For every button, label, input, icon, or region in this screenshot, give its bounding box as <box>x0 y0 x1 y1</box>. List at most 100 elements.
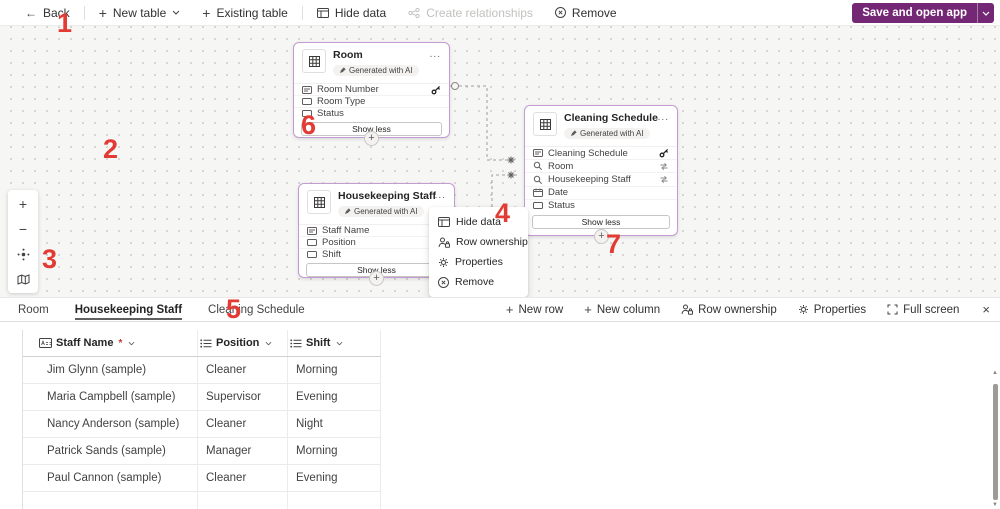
more-button[interactable]: ... <box>658 112 669 123</box>
create-relationships-label: Create relationships <box>426 5 533 20</box>
add-related-table-button[interactable]: + <box>594 229 609 244</box>
remove-icon <box>554 7 566 18</box>
erd-canvas[interactable]: + − Room Generated with AI ... Room Numb… <box>0 26 1000 297</box>
cell-position[interactable]: Supervisor <box>198 384 288 410</box>
row-selector[interactable] <box>23 492 39 509</box>
tab-housekeeping-staff[interactable]: Housekeeping Staff <box>74 298 183 321</box>
hide-data-button[interactable]: Hide data <box>306 0 397 25</box>
data-grid-area: Staff Name * Position Shift Jim Glynn (s… <box>0 322 1000 509</box>
save-and-open-app-button[interactable]: Save and open app <box>852 3 994 23</box>
row-ownership-button[interactable]: Row ownership <box>681 304 777 316</box>
cell-shift[interactable]: Evening <box>288 384 381 410</box>
cell-position[interactable]: Cleaner <box>198 411 288 437</box>
field-row[interactable]: Room <box>525 159 677 172</box>
chevron-down-icon[interactable] <box>128 341 135 346</box>
text-box-icon <box>533 202 543 210</box>
cell-position[interactable]: Manager <box>198 438 288 464</box>
minimap-button[interactable] <box>14 271 32 287</box>
back-arrow-icon: ← <box>25 5 37 20</box>
existing-table-button[interactable]: + Existing table <box>191 0 299 25</box>
row-selector[interactable] <box>23 384 39 410</box>
cell-staff-name[interactable]: Nancy Anderson (sample) <box>39 411 198 437</box>
key-icon <box>659 148 669 158</box>
add-related-table-button[interactable]: + <box>364 131 379 146</box>
cell-shift[interactable]: Night <box>288 411 381 437</box>
chevron-down-icon[interactable] <box>265 341 272 346</box>
column-header-shift[interactable]: Shift <box>288 330 381 356</box>
column-header-position[interactable]: Position <box>198 330 288 356</box>
field-row[interactable]: Date <box>525 185 677 199</box>
card-header: Cleaning Schedule Generated with AI ... <box>525 106 677 146</box>
column-header-staff-name[interactable]: Staff Name * <box>39 330 198 356</box>
table-row[interactable]: Maria Campbell (sample) Supervisor Eveni… <box>23 384 381 411</box>
table-row[interactable]: Jim Glynn (sample) Cleaner Morning <box>23 357 381 384</box>
cell-position[interactable]: Cleaner <box>198 357 288 383</box>
cell-shift[interactable]: Morning <box>288 438 381 464</box>
cell-position[interactable]: Cleaner <box>198 465 288 491</box>
cell-staff-name[interactable] <box>39 492 198 509</box>
table-row[interactable]: Paul Cannon (sample) Cleaner Evening <box>23 465 381 492</box>
vertical-scrollbar[interactable] <box>993 384 998 500</box>
plus-icon: + <box>505 302 514 317</box>
remove-button[interactable]: Remove <box>544 0 628 25</box>
select-all-cell[interactable] <box>23 330 39 356</box>
field-row[interactable]: Room Number <box>294 84 449 95</box>
properties-button[interactable]: Properties <box>798 304 866 316</box>
field-row[interactable]: Housekeeping Staff <box>525 172 677 185</box>
cell-staff-name[interactable]: Jim Glynn (sample) <box>39 357 198 383</box>
plus-icon: + <box>598 230 605 242</box>
save-split-chevron[interactable] <box>977 3 994 23</box>
zoom-out-button[interactable]: − <box>14 221 32 237</box>
grid-toolbar: + New row + New column Row ownership Pro… <box>506 302 1000 317</box>
close-grid-button[interactable]: × <box>980 302 990 317</box>
cell-shift[interactable]: Evening <box>288 465 381 491</box>
tab-cleaning-schedule[interactable]: Cleaning Schedule <box>208 298 305 321</box>
field-row[interactable]: Room Type <box>294 95 449 107</box>
menu-item-remove[interactable]: Remove <box>429 272 528 292</box>
cell-shift[interactable]: Morning <box>288 357 381 383</box>
chevron-down-icon <box>982 11 990 16</box>
scrollbar-down-arrow[interactable]: ▼ <box>992 502 998 508</box>
relationships-icon <box>408 7 420 18</box>
fit-view-button[interactable] <box>14 246 32 262</box>
chevron-down-icon[interactable] <box>336 341 343 346</box>
menu-item-row-ownership[interactable]: Row ownership <box>429 232 528 252</box>
more-button[interactable]: ... <box>430 49 441 60</box>
text-box-icon <box>302 110 312 118</box>
cell-staff-name[interactable]: Maria Campbell (sample) <box>39 384 198 410</box>
cell-shift[interactable] <box>288 492 381 509</box>
cell-staff-name[interactable]: Patrick Sands (sample) <box>39 438 198 464</box>
field-row[interactable]: Status <box>294 107 449 119</box>
toolbar-divider <box>83 5 85 20</box>
row-selector[interactable] <box>23 411 39 437</box>
zoom-in-button[interactable]: + <box>14 196 32 212</box>
table-row[interactable]: Nancy Anderson (sample) Cleaner Night <box>23 411 381 438</box>
new-column-button[interactable]: + New column <box>584 303 660 316</box>
add-related-table-button[interactable]: + <box>369 271 384 286</box>
many-side-marker <box>507 171 515 179</box>
menu-item-properties[interactable]: Properties <box>429 252 528 272</box>
new-table-button[interactable]: + New table <box>88 0 192 25</box>
table-row-empty[interactable] <box>23 492 381 509</box>
tab-room[interactable]: Room <box>18 298 49 321</box>
row-selector[interactable] <box>23 357 39 383</box>
more-button[interactable]: ... <box>435 190 446 201</box>
new-row-button[interactable]: + New row <box>506 303 563 316</box>
back-button[interactable]: ← Back <box>14 0 81 25</box>
row-selector[interactable] <box>23 465 39 491</box>
show-less-button[interactable]: Show less <box>532 215 670 229</box>
full-screen-button[interactable]: Full screen <box>887 304 959 316</box>
table-row[interactable]: Patrick Sands (sample) Manager Morning <box>23 438 381 465</box>
row-selector[interactable] <box>23 438 39 464</box>
cell-position[interactable] <box>198 492 288 509</box>
field-list: Cleaning Schedule Room Housekeeping Staf… <box>525 146 677 212</box>
cell-staff-name[interactable]: Paul Cannon (sample) <box>39 465 198 491</box>
entity-card-cleaning-schedule[interactable]: Cleaning Schedule Generated with AI ... … <box>524 105 678 236</box>
field-row[interactable]: Status <box>525 198 677 212</box>
scrollbar-up-arrow[interactable]: ▲ <box>992 370 998 376</box>
table-icon <box>307 190 331 214</box>
card-title: Housekeeping Staff <box>338 190 437 202</box>
field-row[interactable]: Cleaning Schedule <box>525 147 677 159</box>
entity-card-room[interactable]: Room Generated with AI ... Room Number R… <box>293 42 450 138</box>
menu-item-hide-data[interactable]: Hide data <box>429 212 528 232</box>
